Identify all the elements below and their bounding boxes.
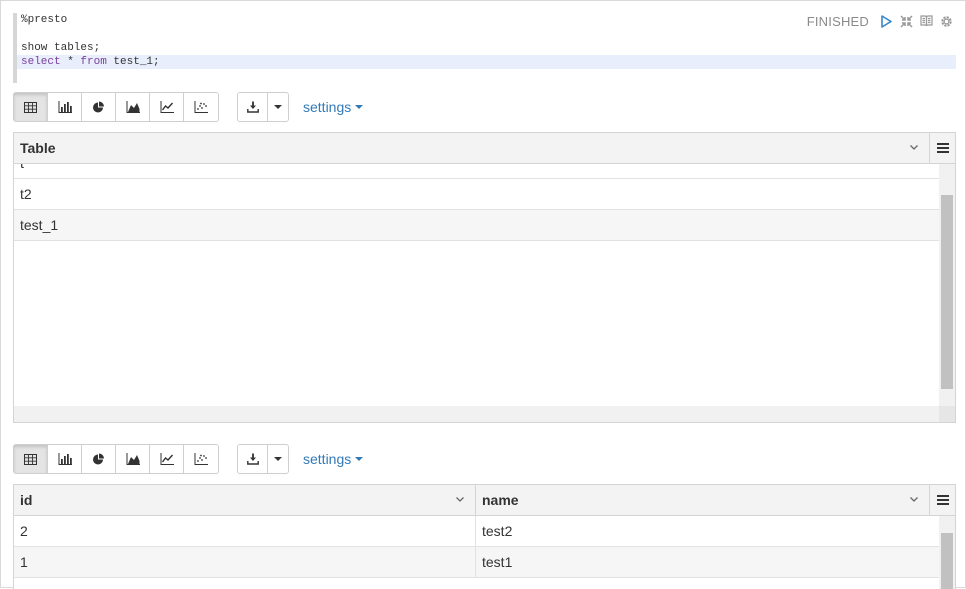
vertical-scrollbar[interactable]	[939, 516, 955, 589]
table-cell: 1	[14, 547, 476, 577]
table-row[interactable]: t2	[14, 179, 939, 210]
column-header-id[interactable]: id	[14, 485, 476, 515]
visualization-button-group	[13, 444, 219, 474]
collapse-icon[interactable]	[899, 14, 913, 28]
chevron-down-icon	[456, 497, 464, 502]
download-icon	[246, 101, 259, 113]
column-header-label: Table	[20, 140, 56, 156]
download-button[interactable]	[238, 445, 268, 473]
settings-toggle[interactable]: settings	[303, 451, 364, 467]
table-cell: test1	[482, 554, 513, 570]
table-row[interactable]: test_1	[14, 210, 939, 241]
line-chart-button[interactable]	[150, 93, 184, 121]
result-toolbar: settings	[13, 444, 364, 474]
hamburger-icon	[936, 143, 949, 153]
result-grid-tables: Table t t2 test_1	[13, 132, 956, 423]
table-cell: t	[14, 164, 24, 178]
scatter-chart-button[interactable]	[184, 93, 218, 121]
bar-chart-icon	[58, 101, 72, 113]
status-text: FINISHED	[806, 13, 869, 29]
code-line: show tables;	[21, 42, 101, 54]
table-cell: 2	[14, 516, 476, 546]
area-chart-button[interactable]	[116, 445, 150, 473]
chevron-down-icon	[910, 145, 918, 150]
grid-viewport[interactable]: t t2 test_1	[14, 164, 939, 407]
bar-chart-icon	[58, 453, 72, 465]
table-cell: test2	[482, 523, 513, 539]
pie-chart-icon	[93, 453, 104, 464]
pie-chart-button[interactable]	[82, 93, 116, 121]
result-grid-test1: id name 2 test2 1 test1	[13, 484, 956, 589]
pie-chart-button[interactable]	[82, 445, 116, 473]
scatter-chart-button[interactable]	[184, 445, 218, 473]
scrollbar-thumb[interactable]	[941, 533, 953, 589]
gear-icon[interactable]	[939, 14, 953, 28]
scatter-chart-icon	[194, 453, 208, 465]
grid-header: id name	[14, 485, 955, 516]
keyword-from: from	[80, 56, 107, 68]
caret-down-icon	[355, 105, 364, 109]
bar-chart-button[interactable]	[48, 93, 82, 121]
code-table-name: test_1;	[106, 56, 160, 68]
visualization-button-group	[13, 92, 219, 122]
column-header-name[interactable]: name	[476, 485, 929, 515]
line-chart-icon	[160, 453, 174, 465]
keyword-select: select	[21, 56, 61, 68]
download-button-group	[237, 92, 289, 122]
bar-chart-button[interactable]	[48, 445, 82, 473]
download-button[interactable]	[238, 93, 268, 121]
result-toolbar: settings	[13, 92, 364, 122]
caret-down-icon	[355, 457, 364, 461]
area-chart-button[interactable]	[116, 93, 150, 121]
paragraph-controls: FINISHED	[807, 13, 953, 29]
scatter-chart-icon	[194, 101, 208, 113]
settings-toggle[interactable]: settings	[303, 99, 364, 115]
table-view-button[interactable]	[14, 445, 48, 473]
code-star: *	[60, 56, 81, 68]
caret-down-icon	[274, 105, 282, 109]
scrollbar-corner	[939, 406, 955, 422]
table-view-button[interactable]	[14, 93, 48, 121]
table-cell: test_1	[20, 217, 59, 233]
hamburger-icon	[936, 495, 949, 505]
caret-down-icon	[274, 457, 282, 461]
line-chart-icon	[160, 101, 174, 113]
download-button-group	[237, 444, 289, 474]
book-icon[interactable]	[919, 14, 933, 28]
settings-label: settings	[303, 99, 352, 115]
area-chart-icon	[126, 453, 140, 465]
area-chart-icon	[126, 101, 140, 113]
horizontal-scrollbar[interactable]	[14, 406, 939, 422]
grid-header: Table	[14, 133, 955, 164]
download-dropdown-toggle[interactable]	[268, 445, 288, 473]
pie-chart-icon	[93, 101, 104, 112]
table-cell: t2	[20, 186, 32, 202]
code-line-active: select * from test_1;	[17, 55, 956, 69]
column-header-label: id	[20, 492, 33, 508]
table-row[interactable]: 2 test2	[14, 516, 939, 547]
paragraph-frame: %presto show tables; select * from test_…	[0, 0, 966, 589]
vertical-scrollbar[interactable]	[939, 164, 955, 407]
chevron-down-icon	[910, 497, 918, 502]
column-header-label: name	[482, 492, 519, 508]
table-row[interactable]: t	[14, 164, 939, 179]
table-icon	[24, 453, 37, 465]
run-icon[interactable]	[879, 14, 893, 28]
settings-label: settings	[303, 451, 352, 467]
grid-menu-button[interactable]	[929, 133, 955, 163]
line-chart-button[interactable]	[150, 445, 184, 473]
download-icon	[246, 453, 259, 465]
column-header-table[interactable]: Table	[14, 133, 929, 163]
table-icon	[24, 101, 37, 113]
scrollbar-thumb[interactable]	[941, 195, 953, 389]
download-dropdown-toggle[interactable]	[268, 93, 288, 121]
grid-menu-button[interactable]	[929, 485, 955, 515]
table-row[interactable]: 1 test1	[14, 547, 939, 578]
